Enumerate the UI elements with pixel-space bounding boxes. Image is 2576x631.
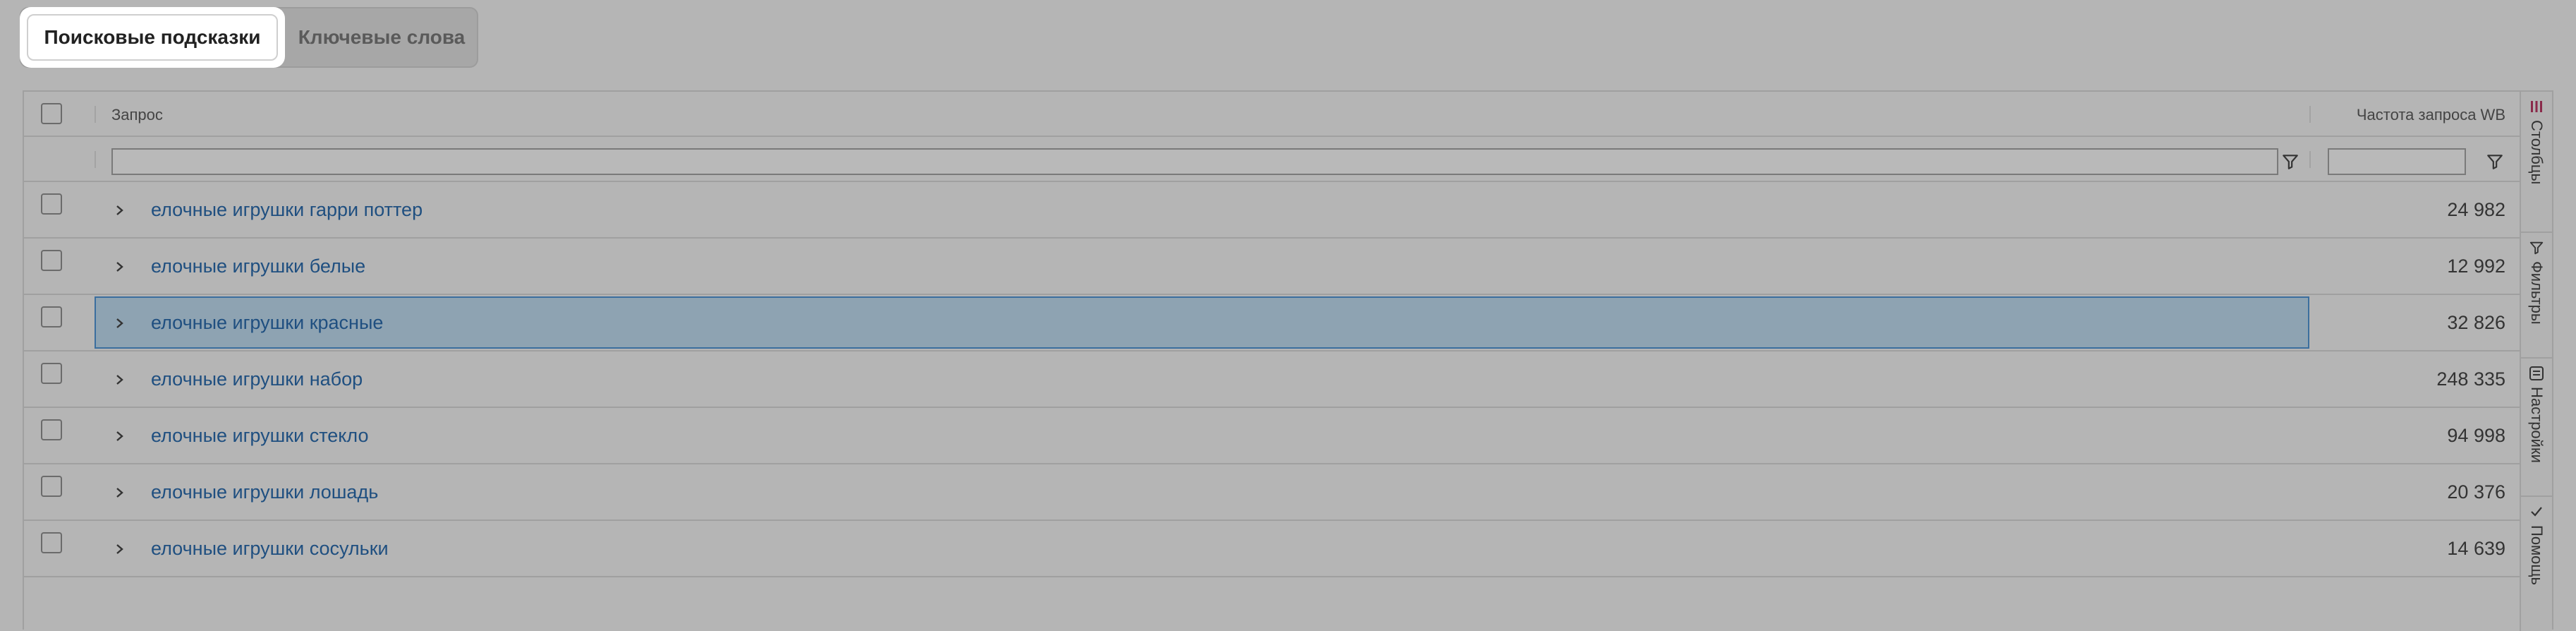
sidebar-item-help[interactable]: Помощь (2521, 497, 2552, 631)
frequency-value: 12 992 (2447, 256, 2505, 277)
sidebar-item-settings[interactable]: Настройки (2521, 359, 2552, 497)
frequency-value: 248 335 (2436, 368, 2505, 390)
row-checkbox[interactable] (41, 419, 62, 440)
query-link[interactable]: елочные игрушки набор (151, 368, 363, 390)
tab-search-suggestions-label: Поисковые подсказки (27, 14, 278, 61)
row-checkbox[interactable] (41, 476, 62, 497)
chevron-right-icon[interactable] (113, 257, 127, 277)
sidebar-item-label: Настройки (2528, 387, 2546, 463)
chevron-right-icon[interactable] (113, 200, 127, 220)
settings-icon (2529, 366, 2544, 380)
filter-icon (2529, 241, 2544, 255)
chevron-right-icon[interactable] (113, 483, 127, 503)
query-link[interactable]: елочные игрушки белые (151, 256, 365, 277)
table-row[interactable]: елочные игрушки гарри поттер 24 982 (24, 182, 2521, 239)
table-row[interactable]: елочные игрушки лошадь 20 376 (24, 464, 2521, 521)
column-separator (95, 106, 96, 123)
sidebar-item-label: Помощь (2528, 525, 2546, 585)
column-header-frequency[interactable]: Частота запроса WB (2357, 106, 2505, 124)
frequency-value: 20 376 (2447, 481, 2505, 503)
query-link[interactable]: елочные игрушки стекло (151, 425, 368, 447)
frequency-filter-input[interactable] (2328, 148, 2466, 175)
table-row[interactable]: елочные игрушки белые 12 992 (24, 239, 2521, 295)
columns-icon (2531, 101, 2542, 112)
table-row-selected[interactable]: елочные игрушки красные 32 826 (24, 295, 2521, 351)
grid-header-row: Запрос Частота запроса WB (24, 92, 2521, 137)
column-header-query[interactable]: Запрос (111, 106, 163, 124)
frequency-filter-icon[interactable] (2486, 152, 2504, 171)
frequency-value: 94 998 (2447, 425, 2505, 446)
table-row[interactable]: елочные игрушки набор 248 335 (24, 351, 2521, 408)
frequency-value: 32 826 (2447, 312, 2505, 333)
selected-cell[interactable] (95, 296, 2309, 349)
row-checkbox[interactable] (41, 306, 62, 327)
chevron-right-icon[interactable] (113, 370, 127, 390)
row-checkbox[interactable] (41, 363, 62, 384)
row-checkbox[interactable] (41, 250, 62, 271)
row-checkbox[interactable] (41, 532, 62, 553)
chevron-right-icon[interactable] (113, 426, 127, 446)
column-separator (2309, 106, 2311, 123)
tab-search-suggestions[interactable]: Поисковые подсказки (20, 7, 285, 68)
query-link[interactable]: елочные игрушки лошадь (151, 481, 378, 503)
chevron-right-icon[interactable] (113, 313, 127, 333)
table-row[interactable]: елочные игрушки сосульки 14 639 (24, 521, 2521, 577)
query-filter-icon[interactable] (2281, 152, 2299, 171)
sidebar-item-label: Столбцы (2528, 120, 2546, 185)
tab-keywords[interactable]: Ключевые слова (285, 7, 478, 68)
query-link[interactable]: елочные игрушки сосульки (151, 538, 389, 560)
frequency-value: 24 982 (2447, 199, 2505, 220)
query-link[interactable]: елочные игрушки гарри поттер (151, 199, 423, 221)
sidebar-item-columns[interactable]: Столбцы (2521, 92, 2552, 233)
side-tool-panel: Столбцы Фильтры Настройки Помощь (2520, 92, 2552, 631)
table-row[interactable]: елочные игрушки стекло 94 998 (24, 408, 2521, 464)
check-icon (2531, 507, 2542, 517)
query-link[interactable]: елочные игрушки красные (151, 312, 383, 334)
data-grid: Запрос Частота запроса WB елочные игрушк… (23, 90, 2553, 631)
sidebar-item-label: Фильтры (2528, 261, 2546, 325)
column-separator (2309, 151, 2311, 168)
row-checkbox[interactable] (41, 193, 62, 215)
select-all-checkbox[interactable] (41, 103, 62, 124)
column-separator (95, 151, 96, 168)
sidebar-item-filters[interactable]: Фильтры (2521, 233, 2552, 359)
frequency-value: 14 639 (2447, 538, 2505, 559)
query-filter-input[interactable] (111, 148, 2278, 175)
chevron-right-icon[interactable] (113, 539, 127, 559)
